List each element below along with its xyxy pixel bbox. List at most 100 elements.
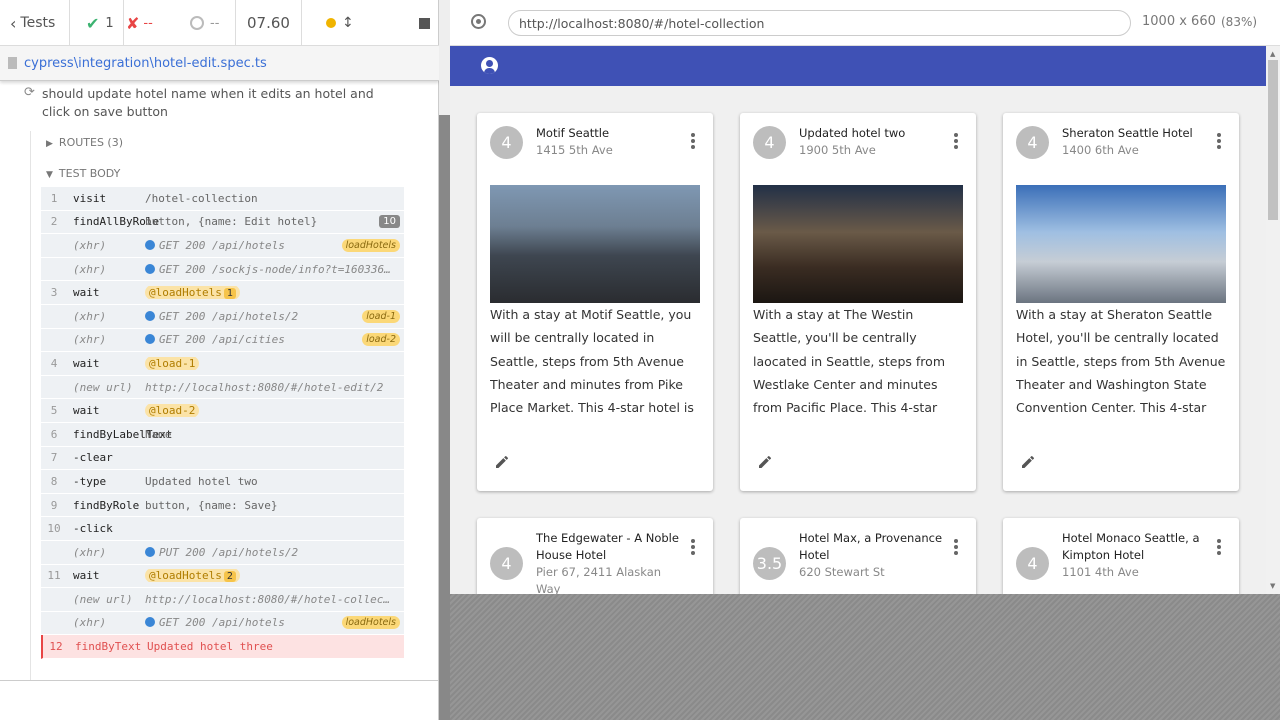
url-input[interactable]: http://localhost:8080/#/hotel-collection (508, 10, 1131, 36)
command-number: 8 (50, 474, 58, 488)
xhr-status-dot-icon (145, 334, 155, 345)
command-name: wait (73, 286, 100, 300)
more-vert-icon[interactable] (691, 133, 695, 151)
reporter-scrollbar-thumb[interactable] (439, 0, 450, 115)
command-row[interactable]: (new url) http://localhost:8080/#/hotel-e… (41, 375, 404, 400)
command-name: -clear (73, 451, 113, 465)
stop-button[interactable] (356, 0, 438, 46)
command-row[interactable]: (xhr) GET 200 /api/hotels loadHotels (41, 611, 404, 636)
command-row[interactable]: (xhr) PUT 200 /api/hotels/2 (41, 540, 404, 565)
hotel-title: Updated hotel two 1900 5th Ave (799, 125, 944, 159)
command-number: 11 (47, 569, 61, 583)
command-name: findByText (75, 640, 142, 654)
more-vert-icon[interactable] (954, 133, 958, 151)
command-name: (new url) (73, 592, 133, 606)
alias-badge: loadHotels (341, 238, 400, 252)
more-vert-icon[interactable] (1217, 133, 1221, 151)
rating-avatar: 4 (490, 547, 523, 580)
routes-toggle[interactable]: ▶ ROUTES (3) (46, 136, 123, 149)
hotel-address: 1101 4th Ave (1062, 565, 1139, 579)
check-icon: ✔ (86, 13, 100, 33)
command-message: @loadHotels 1 (145, 286, 404, 300)
test-title[interactable]: should update hotel name when it edits a… (22, 85, 402, 121)
command-row[interactable]: 6 findByLabelText Name (41, 422, 404, 447)
command-name: wait (73, 404, 100, 418)
status-dot-icon (326, 18, 336, 28)
alias-tag: @loadHotels 1 (145, 286, 240, 300)
command-message: Updated hotel two (145, 474, 258, 488)
hotel-card: 4 Hotel Monaco Seattle, a Kimpton Hotel 11… (1003, 518, 1239, 594)
command-row[interactable]: 5 wait @load-2 (41, 399, 404, 423)
scroll-down-icon[interactable]: ▼ (1270, 582, 1275, 590)
command-row[interactable]: (xhr) GET 200 /api/hotels loadHotels (41, 234, 404, 258)
app-toolbar (450, 46, 1266, 86)
app-scrollbar-thumb[interactable] (1268, 60, 1278, 220)
hotel-address: 1415 5th Ave (536, 143, 613, 157)
rating-avatar: 4 (1016, 547, 1049, 580)
command-row[interactable]: 9 findByRole button, {name: Save} (41, 493, 404, 518)
command-row[interactable]: 1 visit/hotel-collection (41, 187, 404, 211)
hotel-description: With a stay at Motif Seattle, you will b… (490, 307, 694, 415)
command-number: 10 (47, 522, 61, 536)
pencil-icon (1022, 455, 1035, 468)
hotel-title: Hotel Monaco Seattle, a Kimpton Hotel 110… (1062, 530, 1207, 581)
command-name: (xhr) (73, 545, 107, 559)
rating-avatar: 4 (1016, 126, 1049, 159)
alias-badge: load-1 (362, 309, 400, 323)
edit-hotel-button[interactable] (757, 454, 773, 474)
command-row[interactable]: 10 -click (41, 517, 404, 541)
command-number: 1 (50, 191, 58, 205)
xhr-status-dot-icon (145, 310, 155, 321)
cross-icon: ✘ (126, 13, 140, 33)
test-body-toggle[interactable]: ▼ TEST BODY (46, 167, 120, 180)
edit-hotel-button[interactable] (1020, 454, 1036, 474)
selector-playground-icon[interactable] (471, 14, 486, 29)
scroll-up-icon[interactable]: ▲ (1270, 50, 1275, 58)
alias-badge: loadHotels (341, 616, 400, 630)
viewport-background (450, 594, 1280, 720)
command-row[interactable]: 11 wait @loadHotels 2 (41, 564, 404, 589)
command-row[interactable]: 4 wait @load-1 (41, 352, 404, 376)
hotel-address: Pier 67, 2411 Alaskan Way (536, 565, 662, 594)
failed-count: ✘ -- (126, 13, 153, 33)
more-vert-icon[interactable] (954, 539, 958, 557)
chevron-left-icon: ‹ (10, 13, 17, 33)
hotel-title: Motif Seattle 1415 5th Ave (536, 125, 681, 159)
command-row[interactable]: (new url) http://localhost:8080/#/hotel-c… (41, 588, 404, 612)
command-name: (xhr) (73, 333, 107, 347)
command-row[interactable]: (xhr) GET 200 /sockjs-node/info?t=160336… (41, 257, 404, 282)
duration: 07.60 (236, 0, 302, 46)
account-icon[interactable] (481, 57, 498, 74)
hotel-image (1016, 185, 1226, 303)
test-runnable: ⟳ should update hotel name when it edits… (0, 81, 439, 680)
command-row[interactable]: 2 findAllByRole button, {name: Edit hotel}… (41, 210, 404, 235)
command-log-panel: ‹ Tests ✔ 1 ✘ -- -- 07.60 ↕ cypress\inte… (0, 0, 439, 720)
command-message: button, {name: Edit hotel} (145, 215, 318, 229)
command-row[interactable]: 7 -clear (41, 446, 404, 471)
command-row[interactable]: 3 wait @loadHotels 1 (41, 281, 404, 305)
reporter-header: ‹ Tests ✔ 1 ✘ -- -- 07.60 ↕ (0, 0, 439, 46)
edit-hotel-button[interactable] (494, 454, 510, 474)
auto-scroll-toggle[interactable]: ↕ (302, 0, 356, 46)
command-name: wait (73, 569, 100, 583)
reporter-footer (0, 680, 439, 720)
tests-button[interactable]: ‹ Tests (0, 0, 70, 46)
command-row[interactable]: 8 -type Updated hotel two (41, 470, 404, 494)
command-row[interactable]: 12 findByText Updated hotel three (41, 635, 404, 659)
hotel-card: 4 Motif Seattle 1415 5th Ave With a stay at… (477, 113, 713, 491)
rating-avatar: 3.5 (753, 547, 786, 580)
rating-avatar: 4 (753, 126, 786, 159)
command-row[interactable]: (xhr) GET 200 /api/cities load-2 (41, 328, 404, 353)
tests-label: Tests (20, 15, 56, 31)
more-vert-icon[interactable] (1217, 539, 1221, 557)
more-vert-icon[interactable] (691, 539, 695, 557)
command-name: (xhr) (73, 262, 107, 276)
app-scrollbar[interactable]: ▲ ▼ (1266, 46, 1280, 594)
command-number: 3 (50, 286, 58, 300)
pending-count: -- (176, 0, 236, 46)
spec-path[interactable]: cypress\integration\hotel-edit.spec.ts (24, 56, 267, 71)
command-name: (new url) (73, 380, 133, 394)
command-row[interactable]: (xhr) GET 200 /api/hotels/2 load-1 (41, 304, 404, 329)
command-number: 4 (50, 356, 58, 370)
xhr-status-dot-icon (145, 546, 155, 557)
